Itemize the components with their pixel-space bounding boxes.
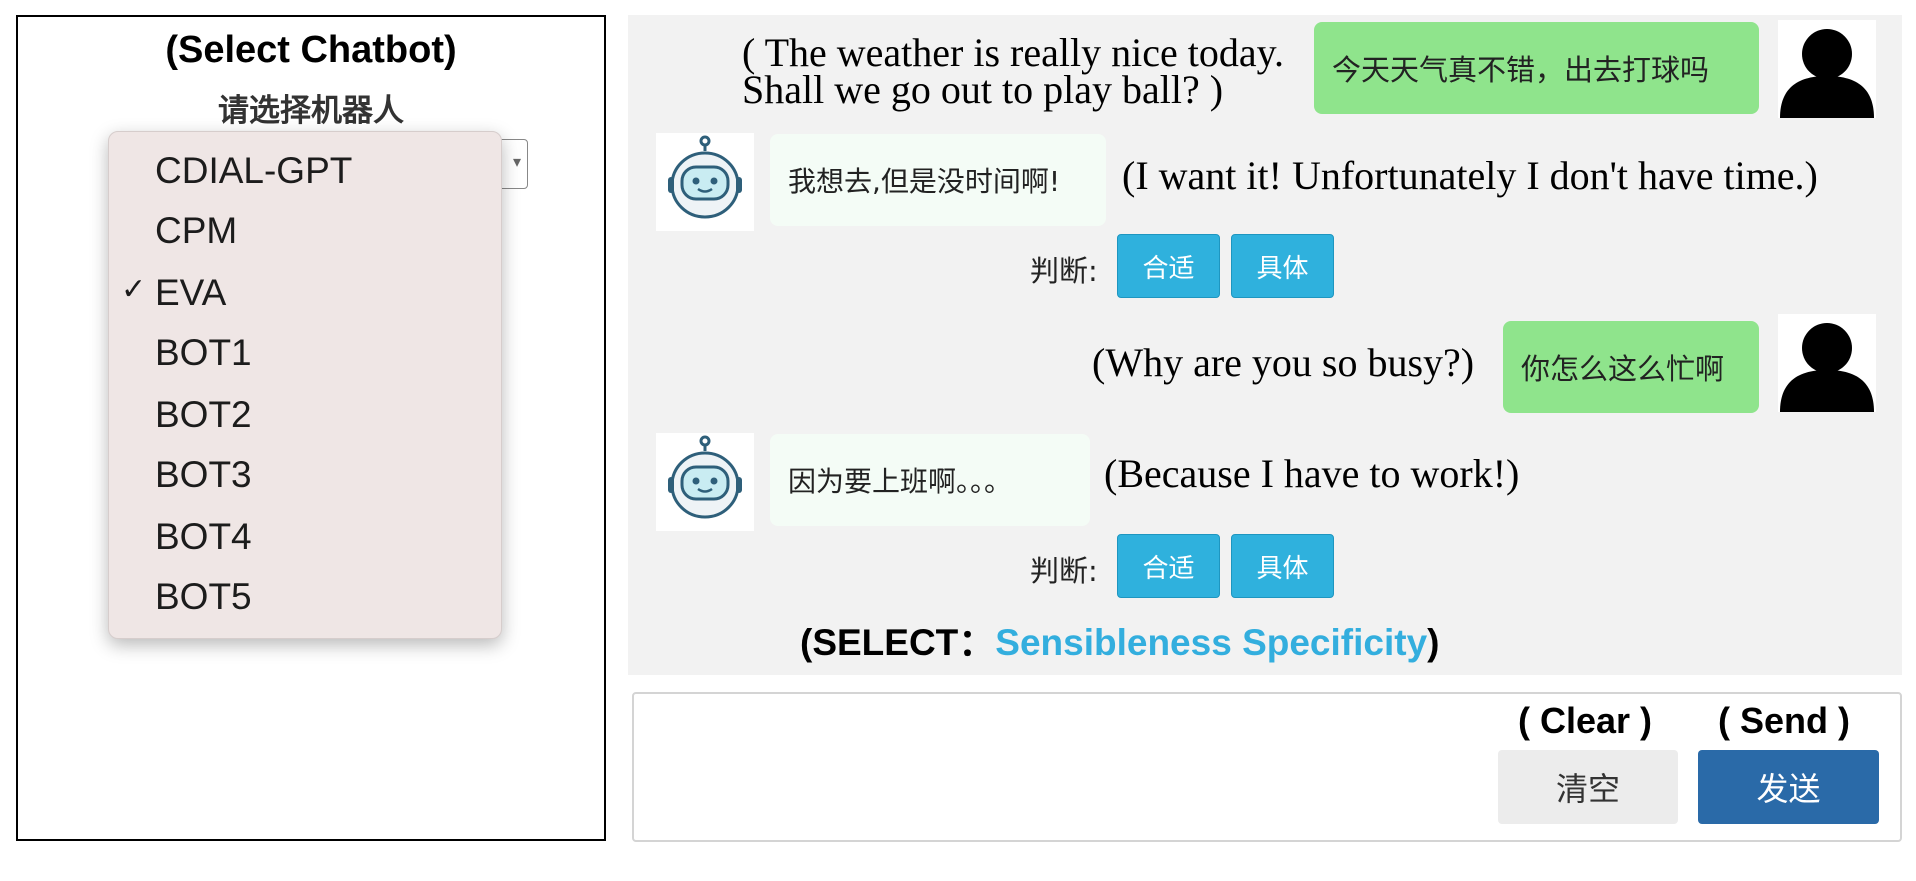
dropdown-option-bot2[interactable]: BOT2: [109, 384, 501, 444]
message-translation: (I want it! Unfortunately I don't have t…: [1122, 153, 1818, 198]
dropdown-option-label: BOT4: [155, 516, 252, 557]
send-caption: ( Send ): [1718, 700, 1850, 741]
sensible-button[interactable]: 合适: [1117, 534, 1220, 598]
sensible-button[interactable]: 合适: [1117, 234, 1220, 298]
specific-button[interactable]: 具体: [1231, 534, 1334, 598]
chevron-down-icon: ▾: [512, 152, 521, 171]
message-translation: (Because I have to work!): [1104, 451, 1520, 496]
user-message-bubble: 今天天气真不错，出去打球吗: [1314, 22, 1759, 114]
dropdown-option-label: BOT3: [155, 454, 252, 495]
dropdown-option-label: CPM: [155, 210, 238, 251]
specific-button[interactable]: 具体: [1231, 234, 1334, 298]
select-criteria-note: (SELECT：Sensibleness Specificity): [800, 612, 1439, 666]
dropdown-option-bot1[interactable]: BOT1: [109, 322, 501, 382]
message-translation: ( The weather is really nice today. Shal…: [742, 30, 1284, 112]
clear-button[interactable]: 清空: [1498, 750, 1678, 824]
dropdown-option-label: BOT5: [155, 576, 252, 617]
dropdown-option-bot5[interactable]: BOT5: [109, 566, 501, 626]
dropdown-option-bot4[interactable]: BOT4: [109, 506, 501, 566]
person-silhouette-icon: [1778, 20, 1876, 118]
chatbot-dropdown-menu: CDIAL-GPT CPM ✓ EVA BOT1 BOT2 BOT3 BOT4: [108, 131, 502, 639]
chatbot-select-panel: (Select Chatbot) 请选择机器人 ▾ CDIAL-GPT CPM …: [16, 15, 606, 841]
dropdown-option-bot3[interactable]: BOT3: [109, 444, 501, 504]
select-chatbot-title-en: (Select Chatbot): [165, 29, 457, 71]
send-button[interactable]: 发送: [1698, 750, 1879, 824]
clear-caption: ( Clear ): [1518, 700, 1653, 741]
dropdown-option-label: BOT2: [155, 394, 252, 435]
dropdown-option-label: EVA: [155, 272, 227, 313]
translation-line-2: Shall we go out to play ball? ): [742, 67, 1224, 112]
bot-message-bubble: 我想去,但是没时间啊!: [770, 134, 1106, 226]
select-note-suffix: ): [1427, 622, 1440, 663]
message-translation: (Why are you so busy?): [1092, 340, 1475, 385]
judge-label: 判断:: [1030, 254, 1098, 288]
select-note-highlight: Sensibleness Specificity: [995, 622, 1428, 663]
dropdown-option-cpm[interactable]: CPM: [109, 200, 501, 260]
dropdown-option-label: BOT1: [155, 332, 252, 373]
translation-line-1: ( The weather is really nice today.: [742, 30, 1284, 75]
bot-message-bubble: 因为要上班啊。。。: [770, 434, 1090, 526]
user-message-bubble: 你怎么这么忙啊: [1503, 321, 1759, 413]
dropdown-option-cdial-gpt[interactable]: CDIAL-GPT: [109, 140, 501, 200]
robot-icon: [656, 133, 754, 231]
checkmark-icon: ✓: [121, 273, 147, 306]
robot-icon: [656, 433, 754, 531]
dropdown-option-label: CDIAL-GPT: [155, 150, 353, 191]
dropdown-option-eva[interactable]: ✓ EVA: [109, 262, 501, 322]
select-chatbot-title-zh: 请选择机器人: [218, 93, 404, 129]
select-note-prefix: (SELECT：: [800, 622, 996, 663]
judge-label: 判断:: [1030, 554, 1098, 588]
person-silhouette-icon: [1778, 314, 1876, 412]
